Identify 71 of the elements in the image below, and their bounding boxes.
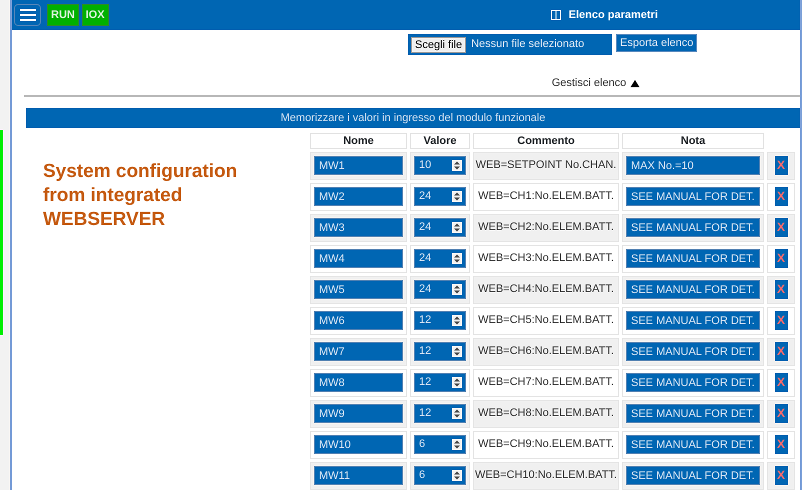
status-badge: IOX [82,4,109,26]
value-spinner[interactable]: 10 [414,156,466,175]
value-spinner[interactable]: 12 [414,404,466,423]
name-field[interactable]: MW9 [314,404,403,423]
value-spinner[interactable]: 12 [414,373,466,392]
comment-text: WEB=CH9:No.ELEM.BATT. [478,437,614,452]
spinner-icon[interactable] [452,284,462,295]
note-field[interactable]: SEE MANUAL FOR DET. [626,311,760,330]
note-field[interactable]: MAX No.=10 [626,156,760,175]
name-field[interactable]: MW10 [314,435,403,454]
comment-text: WEB=CH6:No.ELEM.BATT. [478,344,614,360]
menu-icon[interactable] [20,9,36,21]
spinner-icon[interactable] [452,346,462,357]
status-badge: RUN [47,4,79,26]
name-field[interactable]: MW4 [314,249,403,268]
value-spinner[interactable]: 24 [414,187,466,206]
note-field[interactable]: SEE MANUAL FOR DET. [626,466,760,485]
comment-text: WEB=CH8:No.ELEM.BATT. [478,406,614,422]
value-spinner[interactable]: 12 [414,311,466,330]
column-header: Valore [410,132,470,148]
note-field[interactable]: SEE MANUAL FOR DET. [626,404,760,423]
comment-text: WEB=CH2:No.ELEM.BATT. [478,220,614,236]
name-field[interactable]: MW3 [314,218,403,237]
value-spinner[interactable]: 24 [414,280,466,299]
name-field[interactable]: MW8 [314,373,403,392]
column-header: Nome [310,132,407,148]
note-field[interactable]: SEE MANUAL FOR DET. [626,187,760,206]
spinner-icon[interactable] [452,408,462,419]
spinner-icon[interactable] [452,470,462,481]
spinner-icon[interactable] [452,315,462,326]
note-field[interactable]: SEE MANUAL FOR DET. [626,373,760,392]
comment-text: WEB=SETPOINT No.CHAN. [476,158,616,174]
note-field[interactable]: SEE MANUAL FOR DET. [626,280,760,299]
manage-list-toggle[interactable]: Gestisci elenco [552,75,640,92]
value-spinner[interactable]: 6 [414,466,466,485]
name-field[interactable]: MW6 [314,311,403,330]
note-field[interactable]: SEE MANUAL FOR DET. [626,342,760,361]
value-spinner[interactable]: 24 [414,249,466,268]
file-picker[interactable]: Scegli file Nessun file selezionato [408,34,612,55]
spinner-icon[interactable] [452,439,462,450]
value-spinner[interactable]: 24 [414,218,466,237]
note-field[interactable]: SEE MANUAL FOR DET. [626,249,760,268]
value-spinner[interactable]: 12 [414,342,466,361]
spinner-icon[interactable] [452,222,462,233]
comment-text: WEB=CH5:No.ELEM.BATT. [478,313,614,328]
section-banner: Memorizzare i valori in ingresso del modulo funzionale [26,108,800,128]
name-field[interactable]: MW1 [314,156,403,175]
export-button[interactable]: Esporta elenco [616,34,698,52]
name-field[interactable]: MW5 [314,280,403,299]
note-field[interactable]: SEE MANUAL FOR DET. [626,435,760,454]
comment-text: WEB=CH7:No.ELEM.BATT. [478,375,614,390]
comment-text: WEB=CH3:No.ELEM.BATT. [478,251,614,266]
comment-text: WEB=CH4:No.ELEM.BATT. [478,282,614,298]
list-icon [550,10,561,20]
comment-text: WEB=CH10:No.ELEM.BATT. [475,468,617,484]
column-header: Nota [622,132,764,148]
spinner-icon[interactable] [452,160,462,171]
name-field[interactable]: MW2 [314,187,403,206]
note-field[interactable]: SEE MANUAL FOR DET. [626,218,760,237]
menu-button[interactable] [14,4,41,26]
name-field[interactable]: MW11 [314,466,403,485]
comment-text: WEB=CH1:No.ELEM.BATT. [478,189,614,204]
spinner-icon[interactable] [452,377,462,388]
page-title: Elenco parametri [568,8,658,23]
column-header: Commento [473,132,619,148]
slide-caption: System configuration from integrated WEBSERVER [43,160,238,232]
spinner-icon[interactable] [452,191,462,202]
triangle-icon[interactable] [630,78,640,88]
spinner-icon[interactable] [452,253,462,264]
value-spinner[interactable]: 6 [414,435,466,454]
name-field[interactable]: MW7 [314,342,403,361]
